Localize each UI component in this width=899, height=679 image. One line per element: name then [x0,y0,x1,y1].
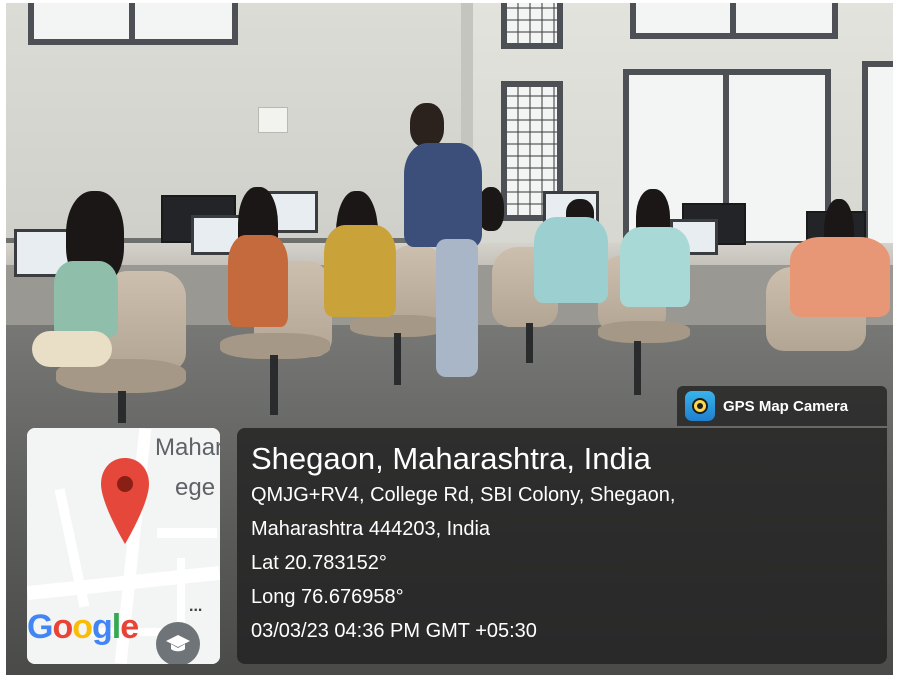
timestamp: 03/03/23 04:36 PM GMT +05:30 [251,620,537,642]
window-top-right [630,3,838,39]
gps-app-name: GPS Map Camera [723,397,849,415]
map-label-mid: ege C [175,474,220,501]
chair-seat [598,321,690,343]
gps-app-badge: GPS Map Camera [677,386,887,426]
person-torso [324,225,396,317]
location-info-panel: Shegaon, Maharashtra, India QMJG+RV4, Co… [237,428,887,664]
map-label-top: Mahara [155,434,220,461]
google-letter: l [111,608,122,646]
switch-board [258,107,288,133]
google-letter: g [92,608,113,646]
gps-map-camera-icon [685,391,715,421]
latitude: Lat 20.783152° [251,552,387,574]
person-head [410,103,444,147]
window-grill-top [501,3,563,49]
google-letter: e [120,608,139,646]
google-letter: o [52,608,73,646]
window-edge [862,61,893,251]
person-torso [54,261,118,337]
person-trousers [436,239,478,377]
google-letter: o [72,608,93,646]
address-line-2: Maharashtra 444203, India [251,518,491,540]
person-torso [534,217,608,303]
chair-base [394,333,401,385]
person-torso [228,235,288,327]
location-title: Shegaon, Maharashtra, India [251,441,651,476]
map-road [157,528,217,538]
graduation-cap-icon [156,622,200,664]
google-letter: G [27,608,53,646]
chair-base [118,391,126,423]
person-shirt [404,143,482,247]
longitude: Long 76.676958° [251,586,404,608]
chair-base [270,355,278,415]
map-pin-icon [101,458,149,544]
person-legs [32,331,112,367]
chair-base [526,323,533,363]
chair-base [634,341,641,395]
person-torso [620,227,690,307]
graduation-cap-glyph [166,635,190,652]
map-thumbnail: Mahara ege C Google ... [27,428,220,664]
window-top-left [28,3,238,45]
map-more-icon: ... [189,598,203,615]
google-logo: Google [27,608,139,647]
address-line-1: QMJG+RV4, College Rd, SBI Colony, Shegao… [251,484,676,506]
person-torso [790,237,890,317]
